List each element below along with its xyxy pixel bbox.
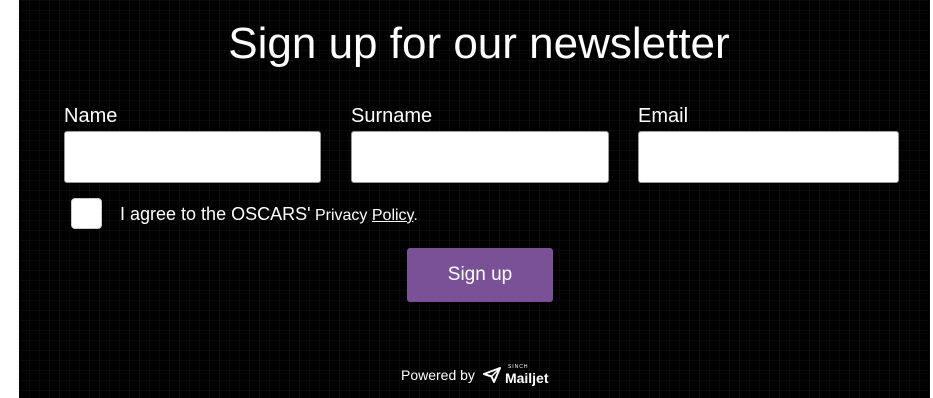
mailjet-logo[interactable]: SINCH Mailjet xyxy=(504,365,549,386)
paper-plane-icon xyxy=(482,367,501,383)
mailjet-label: Mailjet xyxy=(504,370,549,386)
powered-by-label: Powered by xyxy=(401,367,475,383)
email-label: Email xyxy=(638,105,689,127)
privacy-consent-text: I agree to the OSCARS' Privacy Policy. xyxy=(120,203,418,227)
consent-main-text: I agree to the OSCARS' xyxy=(120,204,311,224)
surname-label: Surname xyxy=(351,105,433,127)
consent-privacy-text: Privacy xyxy=(310,207,372,224)
consent-end-text: . xyxy=(413,207,418,224)
email-input[interactable] xyxy=(638,131,899,183)
page: Sign up for our newsletter Name Surname … xyxy=(0,0,933,398)
name-label: Name xyxy=(64,105,118,127)
privacy-consent-checkbox[interactable] xyxy=(71,198,102,229)
form-title: Sign up for our newsletter xyxy=(228,19,730,68)
surname-input[interactable] xyxy=(351,131,609,183)
powered-by: Powered by SINCH Mailjet xyxy=(401,365,549,386)
privacy-policy-link[interactable]: Policy xyxy=(372,207,414,224)
sign-up-button[interactable]: Sign up xyxy=(407,248,553,302)
name-input[interactable] xyxy=(64,131,321,183)
